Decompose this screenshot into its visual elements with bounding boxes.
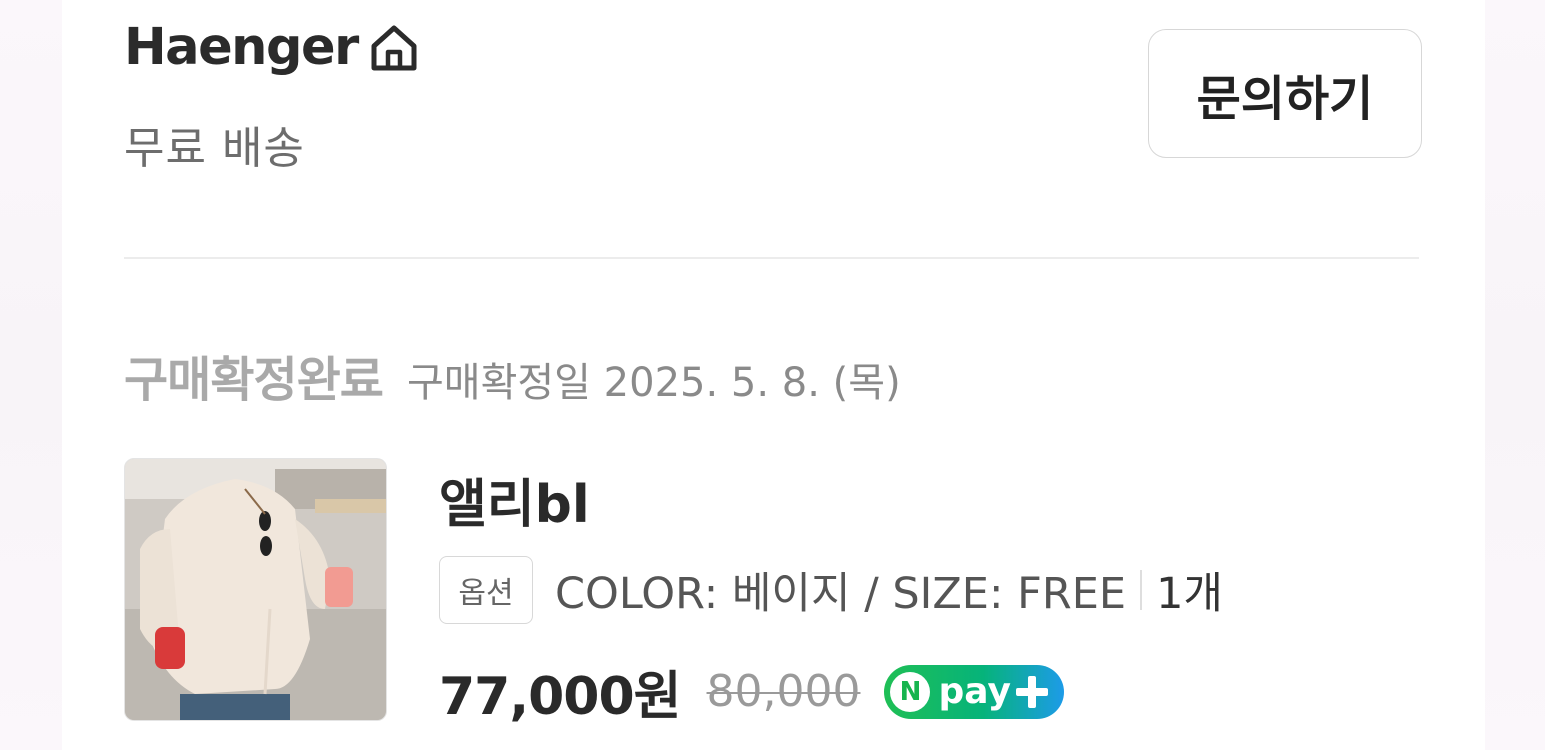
option-badge: 옵션 [439, 556, 533, 624]
original-price: 80,000 [706, 666, 861, 717]
right-backdrop [1485, 0, 1545, 750]
order-status-row: 구매확정완료 구매확정일 2025. 5. 8. (목) [124, 340, 901, 410]
option-separator [1140, 570, 1143, 610]
option-text: COLOR: 베이지 / SIZE: FREE [555, 569, 1127, 619]
store-header[interactable]: Haenger [124, 18, 420, 77]
npay-n-logo: N [890, 671, 931, 712]
npay-plus-badge: N pay [884, 664, 1065, 719]
left-backdrop [0, 0, 62, 750]
plus-icon [1016, 675, 1049, 708]
product-thumbnail[interactable] [124, 458, 387, 721]
npay-text: pay [938, 671, 1011, 712]
sale-price: 77,000원 [439, 667, 682, 727]
divider [124, 257, 1419, 259]
store-name[interactable]: Haenger [124, 18, 359, 77]
order-status: 구매확정완료 [124, 352, 384, 408]
shipping-info: 무료 배송 [124, 123, 305, 174]
confirm-date: 구매확정일 2025. 5. 8. (목) [406, 360, 901, 406]
order-card: Haenger 무료 배송 문의하기 구매확정완료 구매확정일 2025. 5.… [62, 0, 1485, 750]
inquiry-button[interactable]: 문의하기 [1148, 29, 1422, 158]
option-row: 옵션 COLOR: 베이지 / SIZE: FREE 1개 [439, 556, 1223, 624]
quantity: 1개 [1156, 569, 1223, 619]
product-name[interactable]: 앨리bl [439, 462, 590, 537]
home-icon[interactable] [368, 22, 420, 74]
price-row: 77,000원 80,000 N pay [439, 654, 1065, 729]
